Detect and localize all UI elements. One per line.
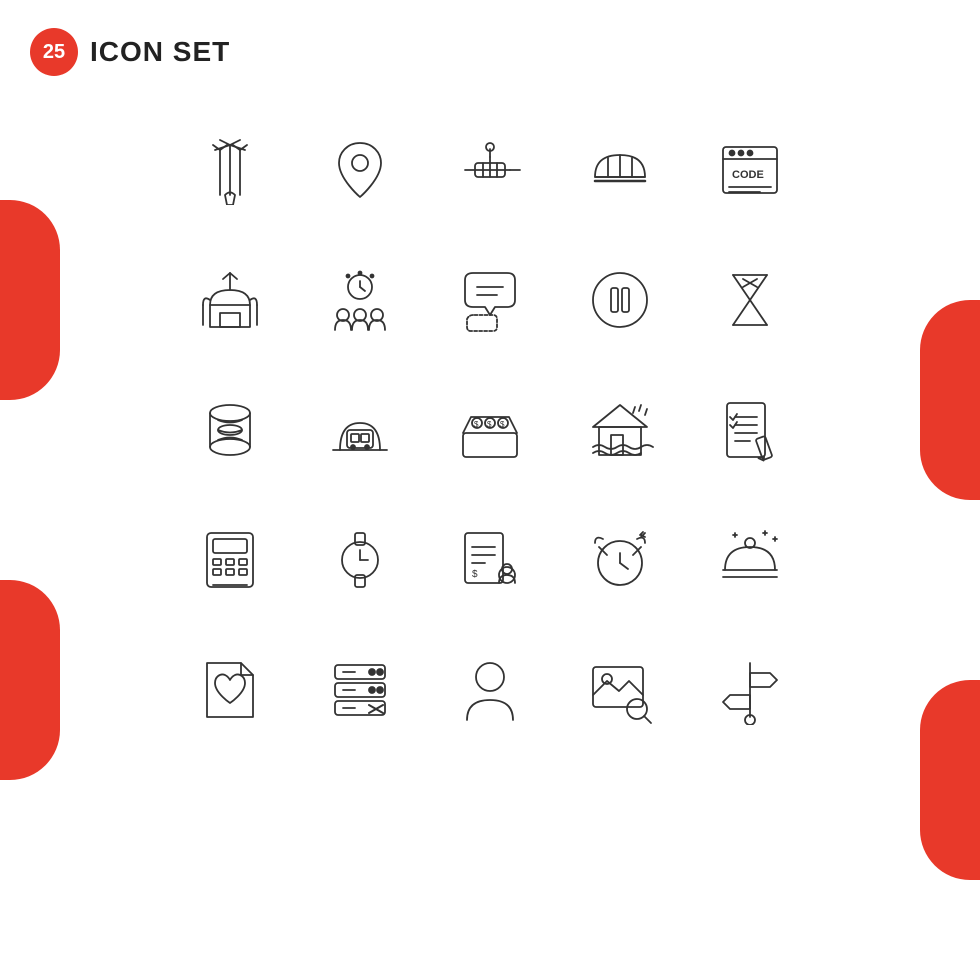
syringe-icon xyxy=(430,110,550,230)
flooded-house-icon xyxy=(560,370,680,490)
thread-spool-icon xyxy=(170,370,290,490)
money-box-icon: $ $ $ xyxy=(430,370,550,490)
icon-grid: CODE xyxy=(170,110,810,750)
subway-icon xyxy=(300,370,420,490)
meeting-time-icon xyxy=(300,240,420,360)
svg-text:CODE: CODE xyxy=(732,169,764,181)
svg-text:$: $ xyxy=(500,420,505,429)
svg-text:$: $ xyxy=(472,569,478,580)
code-browser-icon: CODE xyxy=(690,110,810,230)
count-badge: 25 xyxy=(30,28,78,76)
alarm-clock-icon xyxy=(560,500,680,620)
cloche-icon xyxy=(690,500,810,620)
contract-icon: $ xyxy=(430,500,550,620)
pause-button-icon xyxy=(560,240,680,360)
image-search-icon xyxy=(560,630,680,750)
page-title: ICON SET xyxy=(90,36,230,68)
signpost-icon xyxy=(690,630,810,750)
decorative-shape-right-top xyxy=(920,300,980,500)
calculator-icon xyxy=(170,500,290,620)
server-error-icon xyxy=(300,630,420,750)
decorative-shape-left-bottom xyxy=(0,580,60,780)
location-pin-icon xyxy=(300,110,420,230)
chat-bubbles-icon xyxy=(430,240,550,360)
decorative-shape-right-bottom xyxy=(920,680,980,880)
svg-text:$: $ xyxy=(474,420,479,429)
hourglass-icon xyxy=(690,240,810,360)
decorative-shape-left-top xyxy=(0,200,60,400)
checklist-icon xyxy=(690,370,810,490)
fireworks-icon xyxy=(170,110,290,230)
heart-file-icon xyxy=(170,630,290,750)
mosque-icon xyxy=(170,240,290,360)
watermelon-icon xyxy=(560,110,680,230)
watch-icon xyxy=(300,500,420,620)
header: 25 ICON SET xyxy=(30,28,230,76)
svg-text:$: $ xyxy=(487,420,492,429)
person-icon xyxy=(430,630,550,750)
